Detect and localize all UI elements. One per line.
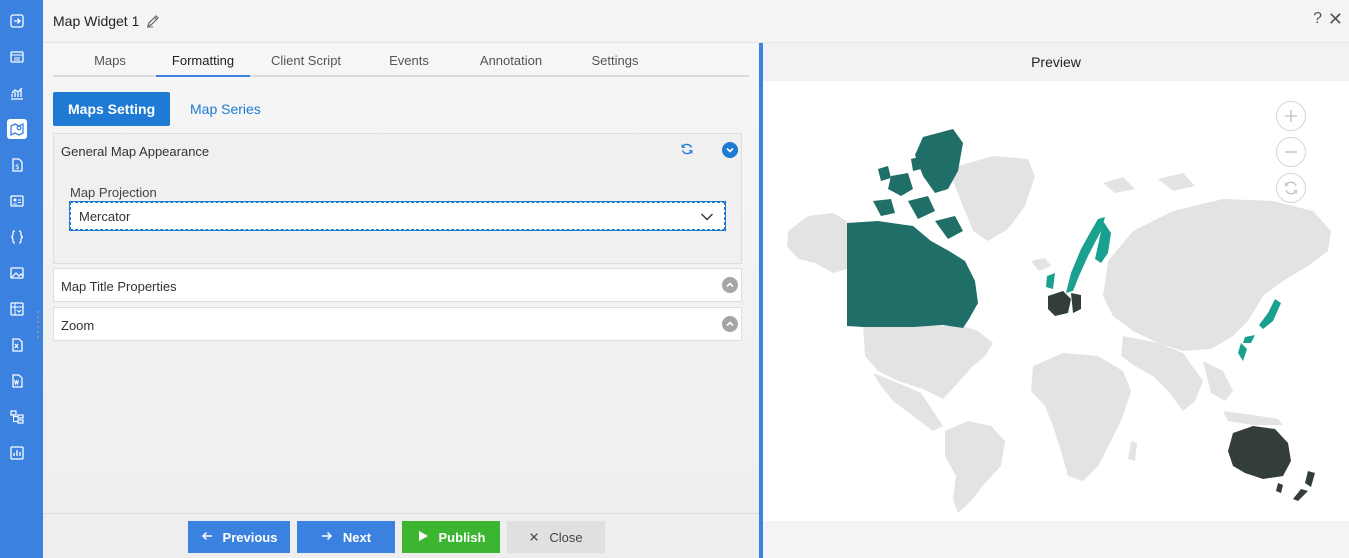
id-card-icon[interactable]: [7, 191, 27, 211]
svg-text:$: $: [15, 163, 19, 171]
minus-icon: [1285, 151, 1297, 153]
reset-zoom-button[interactable]: [1276, 173, 1306, 203]
app-window: $ Map Widget 1 ? ✕ Maps Formatting Clien…: [0, 0, 1349, 558]
zoom-section[interactable]: Zoom: [53, 307, 742, 341]
tab-events[interactable]: Events: [371, 53, 447, 77]
braces-icon[interactable]: [7, 227, 27, 247]
canada-region: [847, 129, 978, 328]
zoom-out-button[interactable]: [1276, 137, 1306, 167]
tab-maps[interactable]: Maps: [73, 53, 147, 77]
section-title: Zoom: [61, 318, 95, 333]
collapse-chevron-icon[interactable]: [722, 142, 738, 158]
pivot-icon[interactable]: [7, 299, 27, 319]
map-projection-select[interactable]: Mercator: [69, 201, 726, 231]
expand-chevron-icon[interactable]: [722, 316, 738, 332]
drag-handle-icon[interactable]: [36, 309, 40, 339]
next-button[interactable]: Next: [297, 521, 395, 553]
chart-icon[interactable]: [7, 83, 27, 103]
close-button[interactable]: Close: [507, 521, 605, 553]
tab-bar: Maps Formatting Client Script Events Ann…: [53, 43, 749, 77]
reset-icon: [1284, 181, 1298, 195]
maps-setting-tab[interactable]: Maps Setting: [53, 92, 171, 126]
enter-icon[interactable]: [7, 11, 27, 31]
map-title-properties-section[interactable]: Map Title Properties: [53, 268, 742, 302]
settings-panel: Maps Formatting Client Script Events Ann…: [37, 43, 759, 558]
next-label: Next: [342, 529, 372, 545]
table-icon[interactable]: [7, 47, 27, 67]
tab-settings[interactable]: Settings: [575, 53, 655, 77]
map-series-tab[interactable]: Map Series: [175, 92, 276, 126]
excel-icon[interactable]: [7, 335, 27, 355]
arrow-left-icon: [201, 530, 213, 545]
refresh-icon[interactable]: [680, 142, 694, 156]
preview-pane: Preview: [763, 43, 1349, 558]
publish-label: Publish: [438, 529, 486, 545]
footer-divider: [43, 513, 759, 514]
previous-button[interactable]: Previous: [188, 521, 290, 553]
chevron-down-icon: [700, 210, 714, 224]
preview-title: Preview: [1031, 54, 1081, 70]
section-title: Map Title Properties: [61, 279, 177, 294]
bar-chart-icon[interactable]: [7, 443, 27, 463]
close-label: Close: [549, 529, 583, 545]
publish-button[interactable]: Publish: [402, 521, 500, 553]
plus-icon: [1285, 110, 1297, 122]
general-map-appearance-section: General Map Appearance Map Projection Me…: [53, 133, 742, 264]
tab-annotation[interactable]: Annotation: [466, 53, 556, 77]
tab-client-script[interactable]: Client Script: [259, 53, 353, 77]
title-bar: Map Widget 1 ? ✕: [43, 0, 1349, 43]
left-rail: $: [0, 0, 43, 558]
edit-title-icon[interactable]: [145, 13, 161, 29]
map-icon[interactable]: [7, 119, 27, 139]
previous-label: Previous: [222, 529, 278, 545]
expand-chevron-icon[interactable]: [722, 277, 738, 293]
section-title[interactable]: General Map Appearance: [61, 144, 209, 159]
map-projection-value: Mercator: [79, 209, 131, 224]
tab-formatting[interactable]: Formatting: [156, 53, 250, 77]
word-icon[interactable]: [7, 371, 27, 391]
dollar-doc-icon[interactable]: $: [7, 155, 27, 175]
play-icon: [417, 530, 429, 545]
close-icon: [529, 530, 539, 545]
world-map[interactable]: [763, 81, 1349, 521]
help-icon[interactable]: ?: [1313, 10, 1322, 28]
widget-title: Map Widget 1: [53, 13, 140, 29]
zoom-in-button[interactable]: [1276, 101, 1306, 131]
close-window-icon[interactable]: ✕: [1328, 9, 1343, 30]
map-projection-label: Map Projection: [70, 185, 157, 200]
image-icon[interactable]: [7, 263, 27, 283]
preview-header: Preview: [763, 43, 1349, 81]
arrow-right-icon: [321, 530, 333, 545]
preview-footer: [763, 521, 1349, 558]
tree-icon[interactable]: [7, 407, 27, 427]
